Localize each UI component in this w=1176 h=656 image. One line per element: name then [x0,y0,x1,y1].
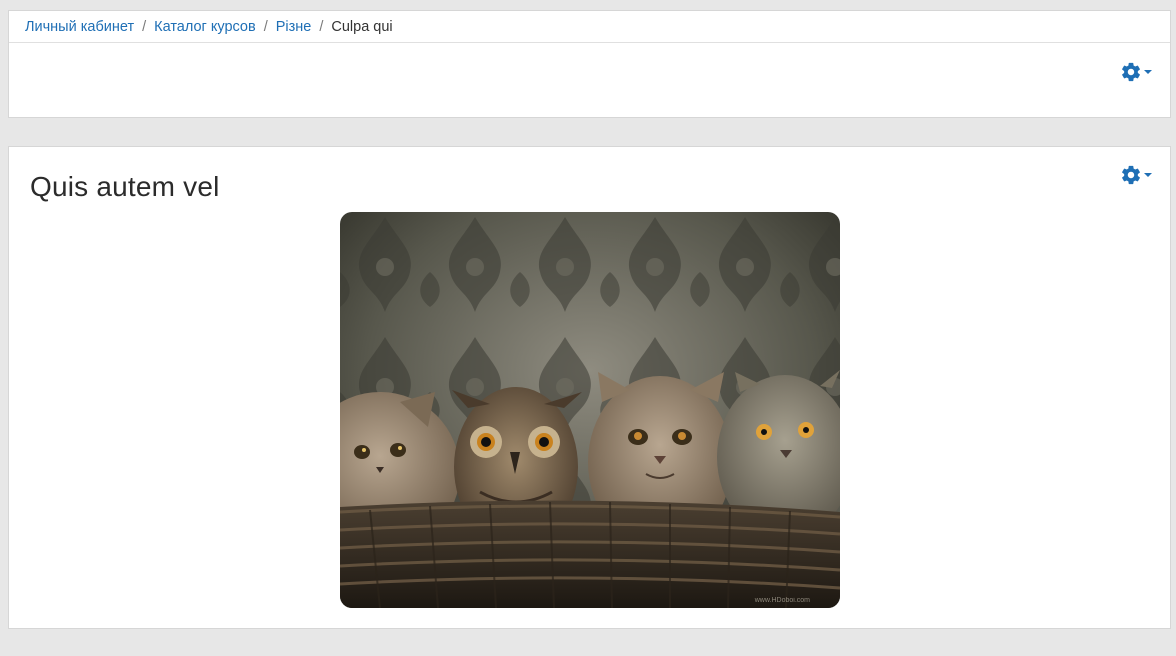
image-watermark: www.HDoboi.com [754,597,810,604]
breadcrumb-item-course-catalog[interactable]: Каталог курсов [154,19,256,35]
content-card: Quis autem vel www.HDoboi.com [8,146,1171,629]
breadcrumb-separator: / [319,18,324,35]
caret-down-icon [1142,164,1154,186]
breadcrumb-item-dashboard[interactable]: Личный кабинет [25,19,134,35]
gear-icon [1120,61,1142,83]
content-image: www.HDoboi.com [340,212,840,608]
caret-down-icon [1142,61,1154,83]
breadcrumb: Личный кабинет / Каталог курсов / Різне … [9,11,1170,43]
breadcrumb-separator: / [142,18,147,35]
breadcrumb-current: Culpa qui [331,18,393,35]
activity-settings-menu-button[interactable] [1120,164,1154,186]
page-title: Quis autem vel [30,171,220,202]
gear-icon [1120,164,1142,186]
course-settings-menu-button[interactable] [1120,61,1154,83]
page-header: Личный кабинет / Каталог курсов / Різне … [8,10,1171,118]
breadcrumb-separator: / [263,18,268,35]
breadcrumb-item-category[interactable]: Різне [276,19,312,35]
